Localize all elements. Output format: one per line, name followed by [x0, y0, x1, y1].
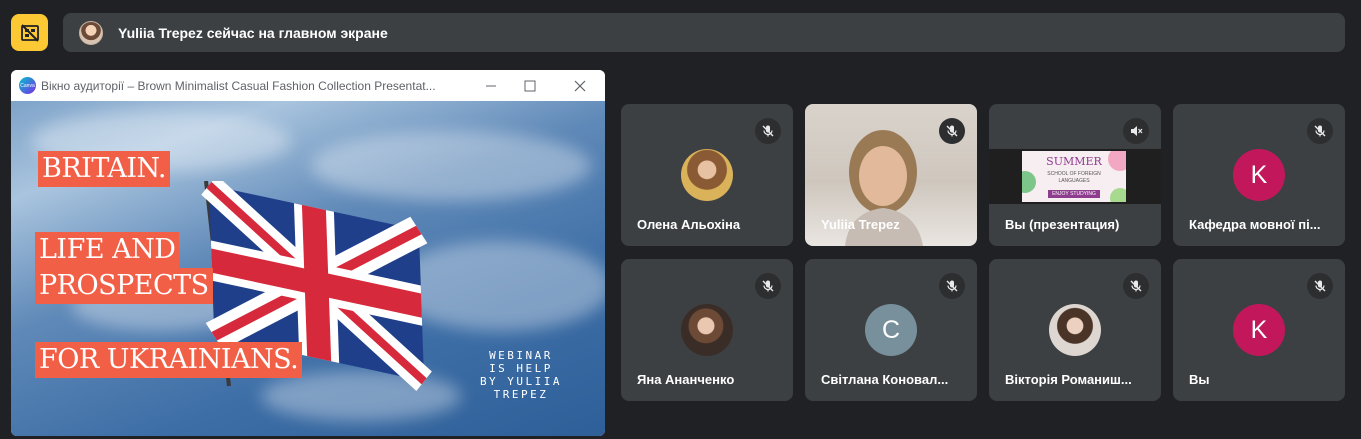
- participant-name: Вы: [1189, 372, 1210, 387]
- mic-off-button[interactable]: [939, 118, 965, 144]
- slide-title-line-1: BRITAIN.: [38, 151, 171, 187]
- slide-title-line-2: LIFE AND: [35, 232, 180, 268]
- participant-name: Вы (презентация): [1005, 217, 1120, 232]
- mic-off-button[interactable]: [755, 118, 781, 144]
- participant-tile[interactable]: K Вы: [1173, 259, 1345, 401]
- minimize-icon: [486, 85, 496, 87]
- participant-avatar: [1049, 304, 1101, 356]
- mic-off-button[interactable]: [939, 273, 965, 299]
- participant-avatar: K: [1233, 304, 1285, 356]
- close-window-button[interactable]: [570, 76, 590, 96]
- participant-tile[interactable]: SUMMER SCHOOL OF FOREIGN LANGUAGES ENJOY…: [989, 104, 1161, 246]
- screen-share-thumbnail: SUMMER SCHOOL OF FOREIGN LANGUAGES ENJOY…: [989, 149, 1161, 204]
- presenter-banner-text: Yuliia Trepez сейчас на главном экране: [118, 24, 388, 41]
- mic-off-icon: [946, 280, 958, 292]
- presenter-banner: Yuliia Trepez сейчас на главном экране: [63, 13, 1345, 52]
- mic-off-button[interactable]: [1307, 273, 1333, 299]
- hide-tiles-icon: [20, 23, 39, 42]
- mic-off-button[interactable]: [1307, 118, 1333, 144]
- presentation-slide: BRITAIN. LIFE AND PROSPECTS FOR UKRAINIA…: [11, 101, 605, 436]
- participant-tile[interactable]: Yuliia Trepez: [805, 104, 977, 246]
- participant-avatar: C: [865, 304, 917, 356]
- window-title: Вікно аудиторії – Brown Minimalist Casua…: [41, 78, 436, 93]
- participant-tile[interactable]: Олена Альохіна: [621, 104, 793, 246]
- participant-avatar: [681, 149, 733, 201]
- participant-name: Вікторія Романиш...: [1005, 372, 1132, 387]
- mic-off-icon: [946, 125, 958, 137]
- window-titlebar[interactable]: Canva Вікно аудиторії – Brown Minimalist…: [11, 70, 605, 101]
- close-icon: [574, 80, 586, 92]
- speaker-off-icon: [1131, 126, 1143, 136]
- slide-title-line-3: PROSPECTS: [35, 268, 213, 304]
- participant-avatar: K: [1233, 149, 1285, 201]
- participant-name: Кафедра мовної пі...: [1189, 217, 1321, 232]
- mic-off-icon: [1130, 280, 1142, 292]
- participant-name: Яна Ананченко: [637, 372, 735, 387]
- minimize-button[interactable]: [481, 76, 501, 96]
- audio-muted-button[interactable]: [1123, 118, 1149, 144]
- participant-tile[interactable]: Вікторія Романиш...: [989, 259, 1161, 401]
- maximize-button[interactable]: [520, 76, 540, 96]
- participant-name: Олена Альохіна: [637, 217, 741, 232]
- participant-name: Yuliia Trepez: [821, 217, 900, 232]
- presenter-avatar: [79, 20, 103, 45]
- mic-off-icon: [1314, 125, 1326, 137]
- webinar-caption: WEBINAR IS HELP BY YULIIA TREPEZ: [479, 349, 563, 401]
- hide-tiles-button[interactable]: [11, 14, 48, 51]
- mic-off-button[interactable]: [755, 273, 781, 299]
- participant-tile[interactable]: Яна Ананченко: [621, 259, 793, 401]
- participant-tile[interactable]: C Світлана Коновал...: [805, 259, 977, 401]
- mic-off-button[interactable]: [1123, 273, 1149, 299]
- presentation-window[interactable]: Canva Вікно аудиторії – Brown Minimalist…: [11, 70, 605, 436]
- mic-off-icon: [762, 280, 774, 292]
- participant-avatar: [681, 304, 733, 356]
- canva-logo-icon: Canva: [19, 77, 36, 94]
- slide-title-line-4: FOR UKRAINIANS.: [35, 342, 303, 378]
- mic-off-icon: [762, 125, 774, 137]
- maximize-icon: [524, 80, 536, 92]
- mic-off-icon: [1314, 280, 1326, 292]
- participant-tile[interactable]: K Кафедра мовної пі...: [1173, 104, 1345, 246]
- participant-name: Світлана Коновал...: [821, 372, 949, 387]
